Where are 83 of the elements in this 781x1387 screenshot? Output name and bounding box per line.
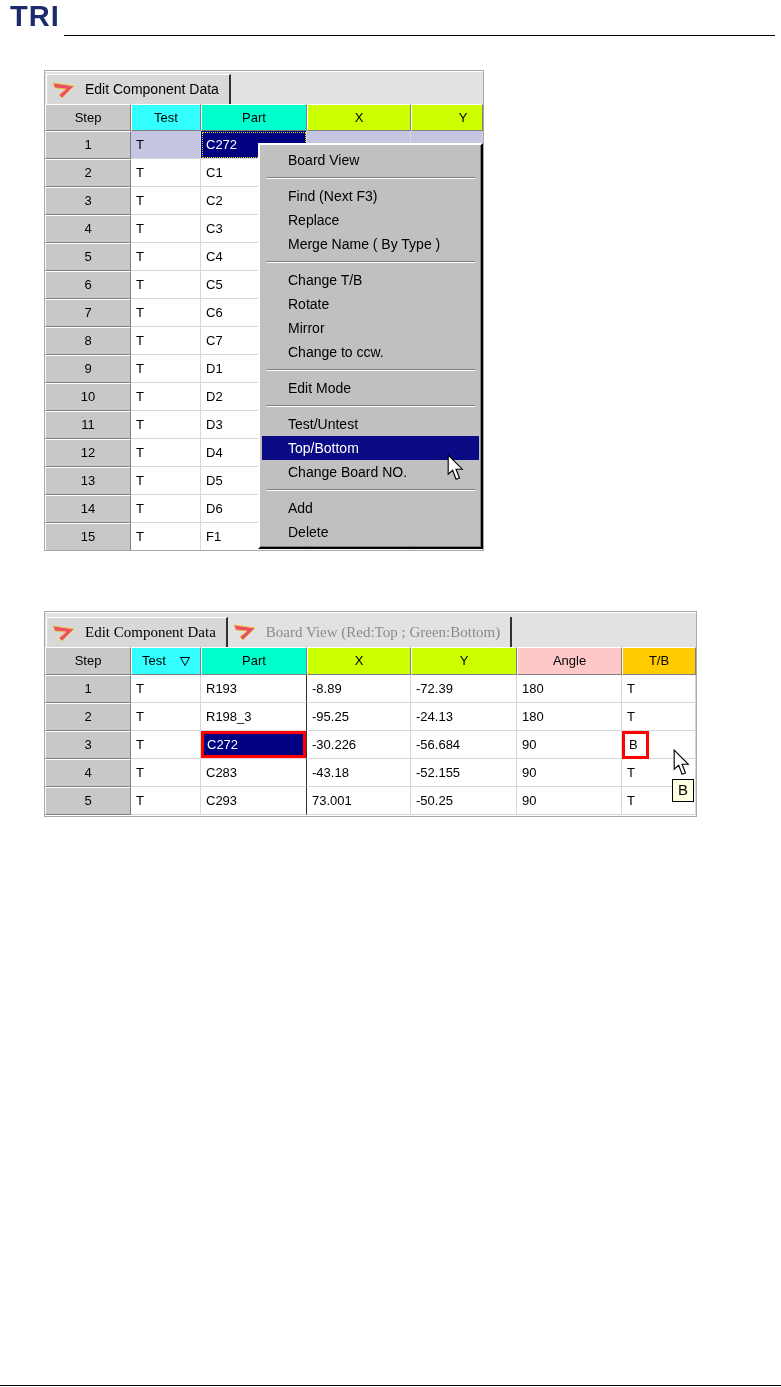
column-header[interactable]: Angle [517, 647, 622, 675]
column-header[interactable]: Step [45, 647, 131, 675]
tab[interactable]: Edit Component Data [46, 617, 228, 647]
row-header: 5 [45, 787, 131, 815]
row-header: 5 [45, 243, 131, 271]
table-cell: R193 [201, 675, 307, 703]
table-cell: -8.89 [307, 675, 411, 703]
table-cell: T [131, 759, 201, 787]
column-header[interactable]: X [307, 647, 411, 675]
table-cell: 180 [517, 703, 622, 731]
table-cell: -24.13 [411, 703, 517, 731]
table-cell: C272 [201, 731, 307, 759]
table-cell: T [131, 187, 201, 215]
logo: TRI [10, 1, 60, 31]
menu-item[interactable]: Top/Bottom [262, 436, 479, 460]
column-header[interactable]: Y [411, 104, 483, 131]
column-header[interactable]: X [307, 104, 411, 131]
arrow-icon [52, 80, 76, 99]
row-header: 1 [45, 675, 131, 703]
highlighted-value: B [622, 730, 649, 759]
table-cell: T [131, 299, 201, 327]
table-cell: T [131, 787, 201, 815]
column-header[interactable]: Y [411, 647, 517, 675]
table-cell: T [131, 675, 201, 703]
column-header[interactable]: Step [45, 104, 131, 131]
table-cell: T [622, 675, 696, 703]
table-cell: T [131, 467, 201, 495]
row-header: 9 [45, 355, 131, 383]
table-cell: T [622, 703, 696, 731]
table-cell: T [131, 131, 201, 159]
table-cell: T [131, 495, 201, 523]
row-header: 4 [45, 759, 131, 787]
table-cell: T [131, 731, 201, 759]
table-cell: 73.001 [307, 787, 411, 815]
row-header: 2 [45, 703, 131, 731]
row-header: 1 [45, 131, 131, 159]
column-header[interactable]: Part [201, 104, 307, 131]
row-header: 7 [45, 299, 131, 327]
table-cell: -72.39 [411, 675, 517, 703]
row-header: 11 [45, 411, 131, 439]
table-cell: T [131, 383, 201, 411]
table-cell: T [131, 327, 201, 355]
table-cell: -95.25 [307, 703, 411, 731]
column-header[interactable]: T/B [622, 647, 696, 675]
tooltip: B [672, 779, 694, 802]
table-cell: T [131, 243, 201, 271]
row-header: 3 [45, 731, 131, 759]
table-cell: -43.18 [307, 759, 411, 787]
column-header[interactable]: Part [201, 647, 307, 675]
table-cell: 90 [517, 787, 622, 815]
table-cell: T [131, 271, 201, 299]
column-header[interactable]: Test [131, 647, 201, 675]
table-cell: T [131, 355, 201, 383]
table-cell: C283 [201, 759, 307, 787]
row-header: 4 [45, 215, 131, 243]
table-cell: -30.226 [307, 731, 411, 759]
row-header: 15 [45, 523, 131, 550]
table-cell: 90 [517, 731, 622, 759]
row-header: 6 [45, 271, 131, 299]
row-header: 8 [45, 327, 131, 355]
table-cell: T [131, 411, 201, 439]
tab[interactable]: Edit Component Data [46, 74, 231, 104]
table-cell: R198_3 [201, 703, 307, 731]
table-cell: -52.155 [411, 759, 517, 787]
table-cell: T [131, 215, 201, 243]
arrow-icon [232, 623, 257, 641]
row-header: 13 [45, 467, 131, 495]
column-header[interactable]: Test [131, 104, 201, 131]
table-cell: T [131, 703, 201, 731]
table-cell: -50.25 [411, 787, 517, 815]
row-header: 12 [45, 439, 131, 467]
table-cell: 90 [517, 759, 622, 787]
row-header: 2 [45, 159, 131, 187]
row-header: 3 [45, 187, 131, 215]
pointer-icon [447, 454, 464, 481]
table-cell: T [131, 439, 201, 467]
table-cell: T [131, 159, 201, 187]
arrow-icon [52, 623, 76, 642]
table-cell: -56.684 [411, 731, 517, 759]
table-cell: 180 [517, 675, 622, 703]
table-cell: C293 [201, 787, 307, 815]
row-header: 14 [45, 495, 131, 523]
row-header: 10 [45, 383, 131, 411]
